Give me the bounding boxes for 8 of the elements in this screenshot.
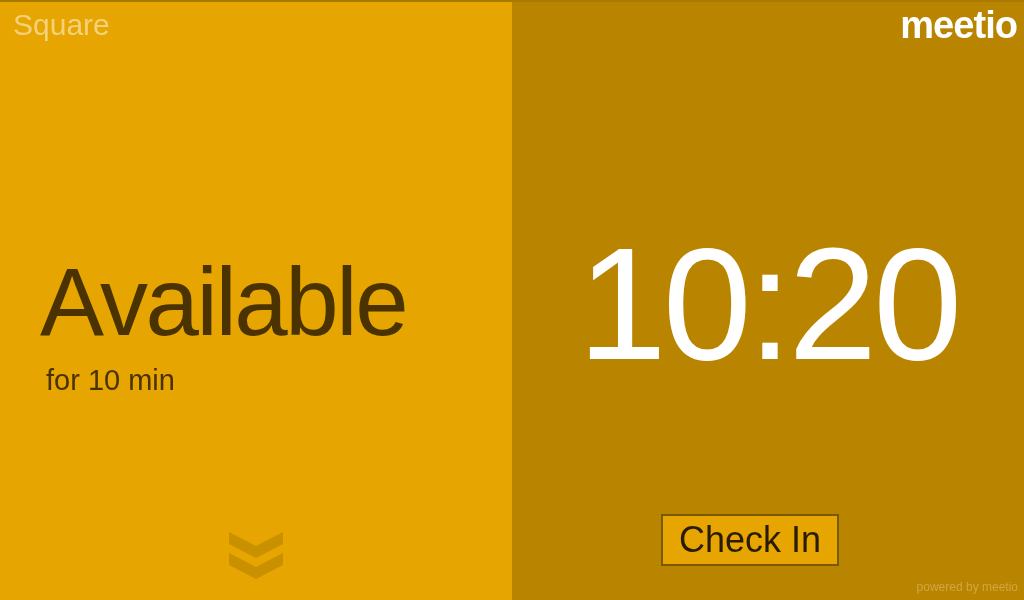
powered-by-text: powered by meetio [916,579,1018,596]
check-in-button[interactable]: Check In [660,514,840,566]
logo: meetio [900,6,1017,44]
status-detail: for 10 min [45,366,176,395]
clock-time: 10:20 [576,224,960,384]
status-label: Available [40,254,408,350]
room-name: Square [12,7,111,40]
chevron-down-icon[interactable] [229,532,283,580]
